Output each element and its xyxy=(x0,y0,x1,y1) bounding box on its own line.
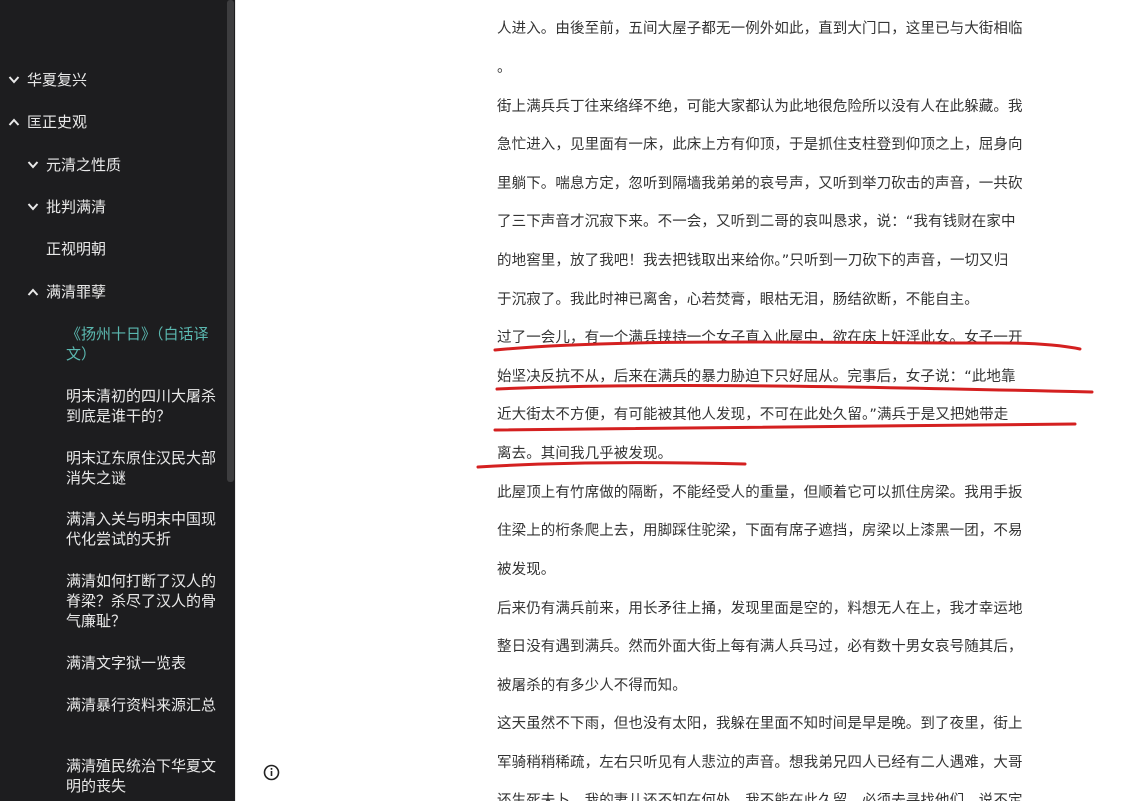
nav-item-manqing-zuinie[interactable]: 满清罪孽 xyxy=(27,282,106,302)
chevron-up-icon[interactable] xyxy=(8,112,20,132)
nav-item-manqing-ruguan[interactable]: 满清入关与明末中国现代化尝试的夭折 xyxy=(66,509,216,549)
nav-item-label: 满清如何打断了汉人的脊梁？杀尽了汉人的骨气廉耻？ xyxy=(66,572,217,630)
article-line: 了三下声音才沉寂下来。不一会，又听到二哥的哀叫恳求，说：“我有钱财在家中 xyxy=(497,214,1016,230)
nav-item-yangzhou-shiri[interactable]: 《扬州十日》（白话译文） xyxy=(66,324,216,364)
article-line: 还生死未卜，我的妻儿还不知在何处。我不能在此久留，必须去寻找他们，说不定 xyxy=(497,793,1023,801)
article-line: 于沉寂了。我此时神已离舍，心若焚膏，眼枯无泪，肠结欲断，不能自主。 xyxy=(497,292,979,308)
article-line: 军骑稍稍稀疏，左右只听见有人悲泣的声音。想我弟兄四人已经有二人遇难，大哥 xyxy=(497,755,1023,771)
nav-item-label: 明末清初的四川大屠杀到底是谁干的？ xyxy=(66,387,217,425)
nav-item-label: 满清文字狱一览表 xyxy=(66,654,187,672)
article-line: 始坚决反抗不从，后来在满兵的暴力胁迫下只好屈从。完事后，女子说：“此地靠 xyxy=(497,369,1016,385)
nav-item-jiliang-gujie[interactable]: 满清如何打断了汉人的脊梁？杀尽了汉人的骨气廉耻？ xyxy=(66,571,216,631)
article-line: 被发现。 xyxy=(497,562,556,578)
chevron-down-icon[interactable] xyxy=(27,197,39,217)
article-line: 离去。其间我几乎被发现。 xyxy=(497,446,673,462)
nav-item-label: 满清殖民统治下华夏文明的丧失 xyxy=(66,757,217,795)
nav-item-sichuan-datusha[interactable]: 明末清初的四川大屠杀到底是谁干的？ xyxy=(66,386,216,426)
nav-item-label: 华夏复兴 xyxy=(27,71,88,89)
nav-item-pipan-manqing[interactable]: 批判满清 xyxy=(27,197,106,217)
sidebar-divider xyxy=(235,0,236,801)
chevron-down-icon[interactable] xyxy=(8,70,20,90)
nav-item-zhimin-tongzhi[interactable]: 满清殖民统治下华夏文明的丧失 xyxy=(66,756,216,796)
nav-item-liaodong-hanmin[interactable]: 明末辽东原住汉民大部消失之谜 xyxy=(66,448,216,488)
nav-item-label: 《扬州十日》（白话译文） xyxy=(66,325,209,363)
nav-item-huaxia-fuxing[interactable]: 华夏复兴 xyxy=(8,70,87,90)
article-line: 。 xyxy=(497,60,512,76)
sidebar-nav: 华夏复兴 匡正史观 元清之性质 批判满清 正视明朝 满清罪孽 《扬州十日》（白话… xyxy=(0,0,235,801)
nav-item-kuangzheng-shiguan[interactable]: 匡正史观 xyxy=(8,112,87,132)
article-line: 里躺下。喘息方定，忽听到隔墙我弟弟的哀号声，又听到举刀砍击的声音，一共砍 xyxy=(497,176,1023,192)
nav-item-label: 满清入关与明末中国现代化尝试的夭折 xyxy=(66,510,217,548)
info-circle-icon[interactable] xyxy=(263,764,280,781)
nav-item-zhengshi-mingchao[interactable]: 正视明朝 xyxy=(46,239,106,259)
nav-item-wenziyu[interactable]: 满清文字狱一览表 xyxy=(66,653,216,673)
nav-item-baoxing-ziliao[interactable]: 满清暴行资料来源汇总 xyxy=(66,695,216,715)
article-line: 人进入。由後至前，五间大屋子都无一例外如此，直到大门口，这里已与大街相临 xyxy=(497,21,1023,37)
nav-item-label: 明末辽东原住汉民大部消失之谜 xyxy=(66,449,217,487)
nav-item-label: 元清之性质 xyxy=(46,156,122,174)
article-line: 街上满兵兵丁往来络绎不绝，可能大家都认为此地很危险所以没有人在此躲藏。我 xyxy=(497,99,1023,115)
article-line: 此屋顶上有竹席做的隔断，不能经受人的重量，但顺着它可以抓住房梁。我用手扳 xyxy=(497,485,1023,501)
nav-item-label: 正视明朝 xyxy=(46,240,107,258)
nav-item-label: 匡正史观 xyxy=(27,113,88,131)
nav-item-yuanqing-xingzhi[interactable]: 元清之性质 xyxy=(27,155,121,175)
article-line: 近大街太不方便，有可能被其他人发现，不可在此处久留。”满兵于是又把她带走 xyxy=(497,407,1009,423)
article-line: 急忙进入，见里面有一床，此床上方有仰顶，于是抓住支柱登到仰顶之上，屈身向 xyxy=(497,137,1023,153)
nav-item-label: 满清暴行资料来源汇总 xyxy=(66,696,217,714)
article-line: 住梁上的桁条爬上去，用脚踩住驼梁，下面有席子遮挡，房梁以上漆黑一团，不易 xyxy=(497,523,1023,539)
article-line: 后来仍有满兵前来，用长矛往上捅，发现里面是空的，料想无人在上，我才幸运地 xyxy=(497,601,1023,617)
nav-item-label: 批判满清 xyxy=(46,198,107,216)
sidebar-scrollbar[interactable] xyxy=(227,0,234,482)
article-line: 被屠杀的有多少人不得而知。 xyxy=(497,678,687,694)
nav-item-label: 满清罪孽 xyxy=(46,283,107,301)
article-line: 这天虽然不下雨，但也没有太阳，我躲在里面不知时间是早是晚。到了夜里，街上 xyxy=(497,716,1023,732)
chevron-up-icon[interactable] xyxy=(27,282,39,302)
chevron-down-icon[interactable] xyxy=(27,155,39,175)
article-line: 过了一会儿，有一个满兵挟持一个女子直入此屋中，欲在床上奸淫此女。女子一开 xyxy=(497,330,1023,346)
article-line: 的地窖里，放了我吧！我去把钱取出来给你。”只听到一刀砍下的声音，一切又归 xyxy=(497,253,1009,269)
article-line: 整日没有遇到满兵。然而外面大街上每有满人兵马过，必有数十男女哀号随其后， xyxy=(497,639,1023,655)
